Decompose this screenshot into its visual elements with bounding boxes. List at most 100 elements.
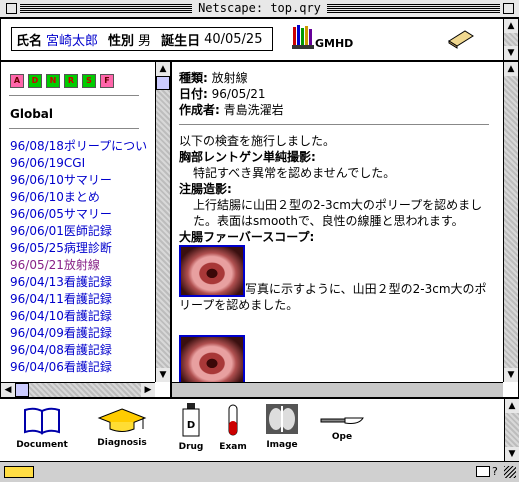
sec2-title: 注腸造影:	[179, 182, 232, 196]
record-item[interactable]: 96/06/01医師記録	[10, 223, 147, 240]
patient-sex: 男	[138, 33, 152, 49]
section-chest-xray-body: 特記すべき異常を認めませんでした。	[193, 166, 396, 180]
mail-icon[interactable]	[476, 466, 490, 477]
bottle-icon: D	[182, 403, 200, 437]
nav-tool-buttons: A D N R S F	[10, 74, 114, 88]
ope-tool[interactable]: Ope	[314, 413, 370, 442]
gmhd-text: GMHD	[315, 37, 354, 50]
endoscopy-photo-1[interactable]	[179, 245, 245, 297]
tool-button-r[interactable]: R	[64, 74, 78, 88]
record-item[interactable]: 96/06/10サマリー	[10, 172, 147, 189]
scroll-up-arrow-icon[interactable]: ▲	[504, 62, 518, 76]
scroll-down-arrow-icon[interactable]: ▼	[505, 447, 519, 461]
test-tube-icon	[228, 404, 238, 436]
patient-dob: 40/05/25	[204, 31, 263, 47]
ope-label: Ope	[331, 432, 353, 442]
scroll-down-arrow-icon[interactable]: ▼	[504, 46, 518, 60]
tool-button-a[interactable]: A	[10, 74, 24, 88]
colonoscopy-figure-2	[179, 335, 494, 387]
scroll-up-arrow-icon[interactable]: ▲	[156, 62, 170, 76]
diagnosis-tool[interactable]: Diagnosis	[92, 407, 152, 448]
patient-info: 氏名 宮崎太郎 性別 男 誕生日 40/05/25	[11, 27, 273, 51]
record-item[interactable]: 96/04/11看護記録	[10, 291, 147, 308]
type-label: 種類:	[179, 71, 208, 85]
toolbar-scrollbar[interactable]: ▲ ▼	[504, 399, 519, 461]
report-author-line: 作成者: 青島洗濯岩	[179, 102, 494, 118]
report-author: 青島洗濯岩	[223, 103, 284, 117]
zoom-box[interactable]	[503, 3, 514, 14]
nav-hscroll-thumb[interactable]	[15, 383, 29, 397]
eraser-icon[interactable]	[445, 27, 475, 49]
sec3-title: 大腸ファーバースコープ:	[179, 230, 315, 244]
books-icon	[292, 25, 314, 49]
record-item[interactable]: 96/06/10まとめ	[10, 189, 147, 206]
report-divider	[179, 124, 489, 125]
header-frame: 氏名 宮崎太郎 性別 男 誕生日 40/05/25 GMHD ▲ ▼	[0, 18, 519, 61]
exam-tool[interactable]: Exam	[218, 403, 248, 452]
record-item[interactable]: 96/04/13看護記録	[10, 274, 147, 291]
status-bar: ?	[0, 462, 519, 482]
content-vertical-scrollbar[interactable]: ▲ ▼	[503, 62, 518, 382]
report-type: 放射線	[211, 71, 248, 85]
record-item[interactable]: 96/05/25病理診断	[10, 240, 147, 257]
sec1-title: 胸部レントゲン単純撮影:	[179, 150, 316, 164]
diagnosis-label: Diagnosis	[97, 438, 147, 448]
record-item[interactable]: 96/04/08看護記録	[10, 342, 147, 359]
nav-scroll-thumb[interactable]	[156, 76, 170, 90]
nav-vertical-scrollbar[interactable]: ▲ ▼	[155, 62, 170, 382]
record-list: 96/08/18ポリープについ 96/06/19CGI 96/06/10サマリー…	[10, 138, 147, 376]
scroll-down-arrow-icon[interactable]: ▼	[504, 368, 518, 382]
section-barium-enema-body: 上行結腸に山田２型の2-3cm大のポリープを認めました。表面はsmoothで、良…	[193, 198, 483, 228]
tool-button-d[interactable]: D	[28, 74, 42, 88]
help-icon[interactable]: ?	[492, 465, 498, 478]
date-label: 日付:	[179, 87, 208, 101]
nav-horizontal-scrollbar[interactable]: ◀ ▶	[1, 382, 155, 397]
scroll-up-arrow-icon[interactable]: ▲	[504, 19, 518, 33]
record-item[interactable]: 96/04/09看護記録	[10, 325, 147, 342]
image-tool[interactable]: Image	[262, 403, 302, 450]
tool-button-n[interactable]: N	[46, 74, 60, 88]
nav-divider-bottom	[9, 128, 139, 129]
record-item[interactable]: 96/08/18ポリープについ	[10, 138, 147, 155]
tool-button-s[interactable]: S	[82, 74, 96, 88]
patient-name[interactable]: 宮崎太郎	[46, 30, 98, 49]
colonoscopy-figure: 写真に示すように、山田２型の2-3cm大のポリープを認めました。	[179, 245, 494, 313]
gmhd-logo[interactable]: GMHD	[291, 25, 371, 53]
document-label: Document	[16, 440, 68, 450]
drug-tool[interactable]: D Drug	[176, 403, 206, 452]
scroll-up-arrow-icon[interactable]: ▲	[505, 399, 519, 413]
document-tool[interactable]: Document	[14, 407, 70, 450]
book-icon	[24, 407, 60, 435]
tool-button-f[interactable]: F	[100, 74, 114, 88]
record-item[interactable]: 96/04/10看護記録	[10, 308, 147, 325]
scroll-right-arrow-icon[interactable]: ▶	[141, 383, 155, 397]
header-scrollbar[interactable]: ▲ ▼	[503, 19, 518, 60]
exam-label: Exam	[219, 442, 247, 452]
security-key-icon[interactable]	[4, 466, 34, 478]
record-item[interactable]: 96/06/19CGI	[10, 155, 147, 172]
scalpel-icon	[320, 417, 364, 424]
record-item[interactable]: 96/04/06看護記録	[10, 359, 147, 376]
record-item-current[interactable]: 96/05/21放射線	[10, 257, 147, 274]
dob-label: 誕生日	[161, 33, 201, 49]
drug-glyph: D	[187, 420, 195, 431]
window-titlebar[interactable]: Netscape: top.qry	[0, 0, 519, 18]
author-label: 作成者:	[179, 103, 220, 117]
report-content: 種類: 放射線 日付: 96/05/21 作成者: 青島洗濯岩 以下の検査を施行…	[179, 70, 494, 387]
module-toolbar: Document Diagnosis D Drug Exam Image Ope…	[0, 398, 519, 462]
scroll-down-arrow-icon[interactable]: ▼	[156, 368, 170, 382]
drug-label: Drug	[178, 442, 204, 452]
record-item[interactable]: 96/06/05サマリー	[10, 206, 147, 223]
content-horizontal-scrollbar[interactable]	[172, 382, 503, 397]
graduation-cap-icon	[97, 408, 147, 432]
report-type-line: 種類: 放射線	[179, 70, 494, 86]
xray-icon	[266, 404, 298, 434]
nav-divider-top	[9, 95, 139, 96]
content-frame: 種類: 放射線 日付: 96/05/21 作成者: 青島洗濯岩 以下の検査を施行…	[171, 61, 519, 398]
nav-heading: Global	[10, 107, 54, 121]
report-date: 96/05/21	[211, 87, 266, 101]
scroll-left-arrow-icon[interactable]: ◀	[1, 383, 15, 397]
endoscopy-photo-2[interactable]	[179, 335, 245, 387]
nav-frame: A D N R S F Global 96/08/18ポリープについ 96/06…	[0, 61, 171, 398]
resize-grip-icon[interactable]	[504, 466, 516, 478]
